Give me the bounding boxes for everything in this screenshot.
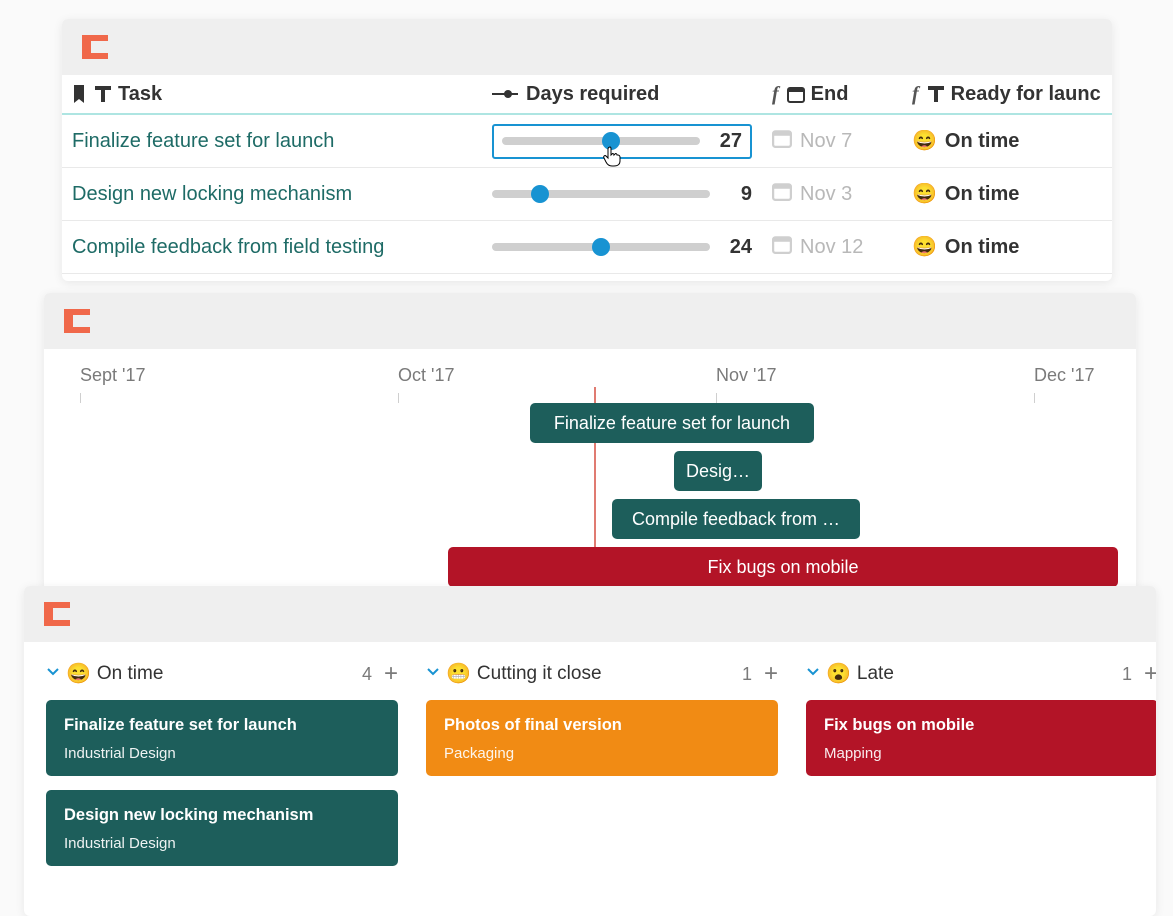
lane-header[interactable]: 😄 On time 4 + [46, 662, 398, 686]
coda-logo-icon [62, 307, 92, 335]
slider-thumb[interactable] [602, 132, 620, 150]
text-type-icon [94, 86, 112, 102]
slider-thumb[interactable] [531, 185, 549, 203]
board-card-header [24, 586, 1156, 642]
card-title: Fix bugs on mobile [824, 716, 1140, 735]
lane-emoji-icon: 😄 [66, 664, 91, 684]
card-title: Finalize feature set for launch [64, 716, 380, 735]
status-emoji-icon: 😄 [912, 131, 937, 151]
days-value: 9 [724, 183, 752, 206]
lane-count: 1 [742, 664, 752, 685]
table-view-card: Task Days required f End f Ready for lau… [62, 19, 1112, 281]
timeline-bar[interactable]: Compile feedback from … [612, 499, 860, 539]
formula-icon: f [772, 83, 779, 106]
lane-count: 4 [362, 664, 372, 685]
lane-title: Late [857, 663, 894, 685]
lane-emoji-icon: 😮 [826, 664, 851, 684]
status-emoji-icon: 😄 [912, 184, 937, 204]
column-header-ready[interactable]: Ready for launch [951, 83, 1102, 106]
calendar-icon [772, 128, 792, 154]
board-view-card: 😄 On time 4 + Finalize feature set for launc… [24, 586, 1156, 916]
status-cell: 😄On time [912, 236, 1019, 259]
slider-thumb[interactable] [592, 238, 610, 256]
add-card-button[interactable]: + [764, 662, 778, 686]
days-slider[interactable]: 9 [492, 183, 752, 206]
slider-icon [492, 89, 518, 99]
task-name[interactable]: Finalize feature set for launch [72, 130, 334, 153]
lane-count: 1 [1122, 664, 1132, 685]
table-row[interactable]: Compile feedback from field testing 24 Nov… [62, 221, 1112, 274]
column-header-end[interactable]: End [811, 83, 849, 106]
timeline-month-label: Dec '17 [1034, 365, 1094, 386]
board-card[interactable]: Fix bugs on mobile Mapping [806, 700, 1156, 776]
card-category: Industrial Design [64, 835, 380, 852]
card-title: Photos of final version [444, 716, 760, 735]
lane-header[interactable]: 😮 Late 1 + [806, 662, 1156, 686]
timeline-bar[interactable]: Desig… [674, 451, 762, 491]
add-card-button[interactable]: + [1144, 662, 1156, 686]
lane-title: On time [97, 663, 164, 685]
timeline-month-label: Nov '17 [716, 365, 776, 386]
lane-header[interactable]: 😬 Cutting it close 1 + [426, 662, 778, 686]
column-header-task[interactable]: Task [118, 83, 162, 106]
timeline-card-header [44, 293, 1136, 349]
card-title: Design new locking mechanism [64, 806, 380, 825]
end-date: Nov 3 [772, 181, 852, 207]
column-header-days[interactable]: Days required [526, 83, 659, 106]
timeline-month-label: Sept '17 [80, 365, 146, 386]
timeline-view-card: Sept '17 Oct '17 Nov '17 Dec '17 Finalize f… [44, 293, 1136, 591]
board-card[interactable]: Finalize feature set for launch Industria… [46, 700, 398, 776]
lane-emoji-icon: 😬 [446, 664, 471, 684]
status-cell: 😄On time [912, 130, 1019, 153]
formula-icon: f [912, 83, 919, 106]
card-category: Mapping [824, 745, 1140, 762]
timeline-body[interactable]: Sept '17 Oct '17 Nov '17 Dec '17 Finalize f… [44, 349, 1136, 591]
board-lane: 😮 Late 1 + Fix bugs on mobile Mapping [806, 658, 1156, 880]
card-category: Industrial Design [64, 745, 380, 762]
coda-logo-icon [80, 33, 110, 61]
days-value: 27 [714, 130, 742, 153]
board-card[interactable]: Design new locking mechanism Industrial D… [46, 790, 398, 866]
board-card[interactable]: Photos of final version Packaging [426, 700, 778, 776]
board-lane: 😬 Cutting it close 1 + Photos of final versi… [426, 658, 778, 880]
chevron-down-icon[interactable] [46, 663, 60, 685]
task-name[interactable]: Compile feedback from field testing [72, 236, 384, 259]
days-slider[interactable]: 24 [492, 236, 752, 259]
timeline-month-label: Oct '17 [398, 365, 454, 386]
end-date: Nov 7 [772, 128, 852, 154]
task-name[interactable]: Design new locking mechanism [72, 183, 352, 206]
calendar-icon [787, 85, 805, 103]
chevron-down-icon[interactable] [806, 663, 820, 685]
coda-logo-icon [42, 600, 72, 628]
status-emoji-icon: 😄 [912, 237, 937, 257]
bookmark-icon [72, 85, 88, 103]
board-lane: 😄 On time 4 + Finalize feature set for launc… [46, 658, 398, 880]
add-card-button[interactable]: + [384, 662, 398, 686]
table-row[interactable]: Finalize feature set for launch 27 Nov 7 😄O… [62, 115, 1112, 168]
calendar-icon [772, 234, 792, 260]
lane-title: Cutting it close [477, 663, 602, 685]
timeline-bar[interactable]: Fix bugs on mobile [448, 547, 1118, 587]
text-type-icon [927, 86, 945, 102]
end-date: Nov 12 [772, 234, 863, 260]
calendar-icon [772, 181, 792, 207]
table-header-row: Task Days required f End f Ready for lau… [62, 75, 1112, 115]
card-category: Packaging [444, 745, 760, 762]
days-slider[interactable]: 27 [492, 124, 752, 159]
table-card-header [62, 19, 1112, 75]
days-value: 24 [724, 236, 752, 259]
table-row[interactable]: Design new locking mechanism 9 Nov 3 😄On ti… [62, 168, 1112, 221]
chevron-down-icon[interactable] [426, 663, 440, 685]
status-cell: 😄On time [912, 183, 1019, 206]
timeline-bar[interactable]: Finalize feature set for launch [530, 403, 814, 443]
